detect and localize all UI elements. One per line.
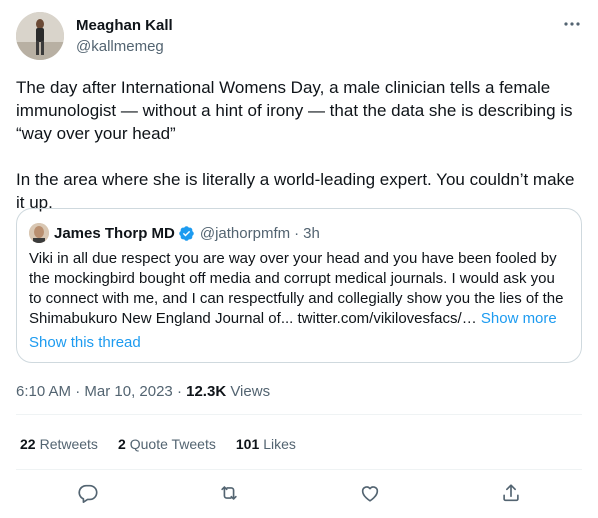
tweet-paragraph: The day after International Womens Day, … (16, 78, 573, 143)
separator-dot: · (294, 224, 300, 242)
more-icon[interactable] (562, 14, 582, 34)
views-label: Views (230, 383, 271, 400)
quoted-tweet-time: 3h (303, 224, 320, 242)
verified-badge-icon (179, 225, 194, 241)
quoted-author-avatar (29, 223, 49, 243)
quoted-tweet-text: Viki in all due respect you are way over… (29, 249, 571, 329)
divider (16, 414, 582, 415)
tweet-time[interactable]: 6:10 AM (16, 383, 71, 400)
show-thread-link[interactable]: Show this thread (29, 333, 141, 353)
quoted-tweet[interactable]: James Thorp MD @jathorpmfm · 3h Viki in … (16, 208, 582, 363)
quoted-author-handle: @jathorpmfm (199, 224, 291, 242)
author-display-name[interactable]: Meaghan Kall (76, 16, 173, 36)
tweet-date[interactable]: Mar 10, 2023 (84, 383, 172, 400)
quoted-tweet-header: James Thorp MD @jathorpmfm · 3h (29, 222, 320, 244)
retweets-count: 22 (20, 436, 36, 452)
tweet-meta: 6:10 AM · Mar 10, 2023 · 12.3K Views (16, 382, 270, 402)
likes-count: 101 (235, 436, 260, 452)
tweet: Meaghan Kall @kallmemeg The day after In… (0, 0, 598, 518)
retweet-icon[interactable] (218, 482, 240, 504)
tweet-text: The day after International Womens Day, … (16, 76, 582, 214)
separator-dot: · (176, 383, 182, 400)
like-icon[interactable] (359, 482, 381, 504)
quote-tweets-label: Quote Tweets (129, 436, 216, 452)
likes-stat[interactable]: 101 Likes (236, 435, 296, 453)
tweet-actions (0, 482, 598, 506)
likes-label: Likes (263, 436, 296, 452)
tweet-header: Meaghan Kall @kallmemeg (16, 12, 582, 60)
tweet-stats: 22 Retweets 2 Quote Tweets 101 Likes (20, 435, 316, 453)
show-more-link[interactable]: Show more (481, 310, 557, 327)
author-avatar[interactable] (16, 12, 64, 60)
quote-tweets-stat[interactable]: 2 Quote Tweets (118, 435, 216, 453)
author-handle[interactable]: @kallmemeg (76, 37, 173, 57)
quoted-author-display-name: James Thorp MD (54, 224, 175, 242)
share-icon[interactable] (500, 482, 522, 504)
author-names: Meaghan Kall @kallmemeg (76, 16, 173, 57)
separator-dot: · (75, 383, 81, 400)
reply-icon[interactable] (77, 482, 99, 504)
views-count: 12.3K (186, 383, 227, 400)
divider (16, 469, 582, 470)
retweets-stat[interactable]: 22 Retweets (20, 435, 98, 453)
retweets-label: Retweets (39, 436, 98, 452)
quote-tweets-count: 2 (117, 436, 126, 452)
